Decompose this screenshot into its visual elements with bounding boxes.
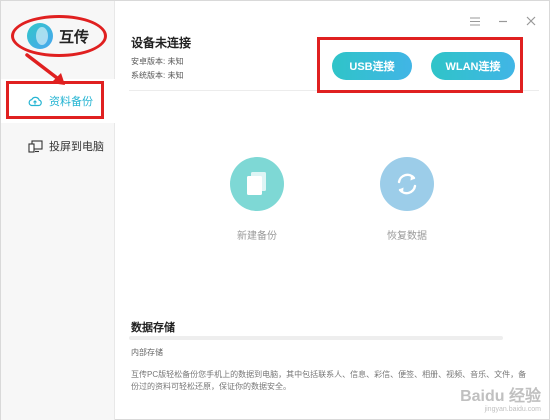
- minimize-icon[interactable]: [497, 15, 509, 27]
- sidebar-item-backup[interactable]: 资料备份: [1, 79, 115, 123]
- sidebar-item-screen-cast[interactable]: 投屏到电脑: [1, 124, 115, 168]
- logo-icon: [27, 23, 53, 49]
- new-backup-action[interactable]: 新建备份: [217, 157, 297, 242]
- system-version: 系统版本: 未知: [131, 71, 184, 80]
- header-divider: [129, 90, 539, 91]
- screen-cast-icon: [27, 138, 43, 154]
- device-status-title: 设备未连接: [131, 36, 192, 50]
- storage-section-title: 数据存储: [131, 322, 175, 334]
- android-version: 安卓版本: 未知: [131, 57, 184, 66]
- close-icon[interactable]: [525, 15, 537, 27]
- storage-usage-bar: [129, 336, 503, 340]
- sidebar: 互传 资料备份 投屏到电脑: [1, 1, 115, 420]
- storage-description: 互传PC版轻松备份您手机上的数据到电脑，其中包括联系人、信息、彩信、便签、相册、…: [131, 370, 527, 391]
- usb-connect-button[interactable]: USB连接: [332, 52, 412, 80]
- app-name: 互传: [59, 28, 90, 46]
- sidebar-item-label: 投屏到电脑: [49, 141, 104, 153]
- menu-icon[interactable]: [469, 15, 481, 27]
- cloud-backup-icon: [27, 93, 43, 109]
- app-window: 互传 资料备份 投屏到电脑 设备未连接 安卓版本: 未知 系统版本: 未知 US…: [0, 0, 550, 420]
- wlan-connect-button[interactable]: WLAN连接: [431, 52, 515, 80]
- storage-location-label: 内部存储: [131, 348, 163, 357]
- new-backup-label: 新建备份: [237, 231, 277, 242]
- restore-data-action[interactable]: 恢复数据: [367, 157, 447, 242]
- restore-data-label: 恢复数据: [387, 231, 427, 242]
- new-backup-icon: [230, 157, 284, 211]
- restore-icon: [380, 157, 434, 211]
- window-controls: [469, 15, 537, 27]
- app-logo: 互传: [27, 21, 89, 51]
- watermark-url: jingyan.baidu.com: [484, 406, 541, 413]
- sidebar-item-label: 资料备份: [49, 96, 93, 108]
